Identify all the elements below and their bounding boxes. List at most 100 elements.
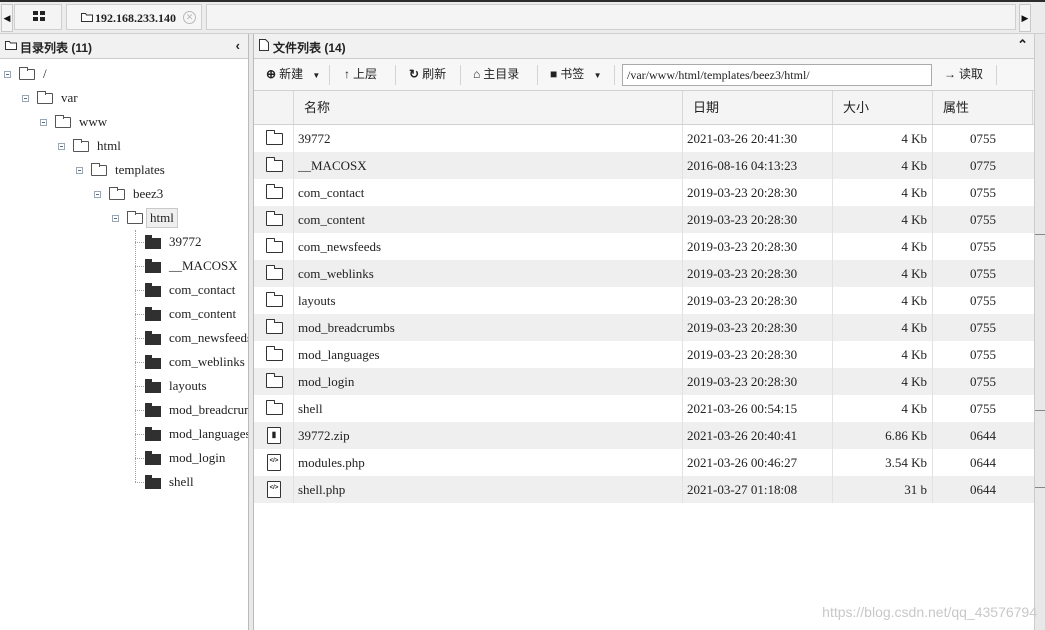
- home-dir-button[interactable]: ⌂ 主目录: [473, 65, 519, 85]
- file-row[interactable]: __MACOSX 2016-08-16 04:13:23 4 Kb 0775: [254, 152, 1034, 179]
- folder-icon: [265, 319, 283, 334]
- file-list-header: 文件列表 (14) ⌃: [254, 34, 1034, 59]
- folder-icon: [265, 130, 283, 145]
- file-row-icon-cell: [254, 314, 294, 341]
- column-header-size[interactable]: 大小: [833, 91, 933, 124]
- refresh-button[interactable]: ↻ 刷新: [409, 65, 446, 85]
- file-name-cell: layouts: [294, 287, 683, 314]
- tree-node-label: __MACOSX: [169, 258, 238, 273]
- file-permissions-cell: 0644: [970, 455, 996, 470]
- file-size-cell: 4 Kb: [833, 395, 933, 422]
- file-row[interactable]: com_content 2019-03-23 20:28:30 4 Kb 0755: [254, 206, 1034, 233]
- file-row[interactable]: 39772 2021-03-26 20:41:30 4 Kb 0755: [254, 125, 1034, 152]
- tab-close-icon[interactable]: ✕: [183, 11, 196, 24]
- plus-circle-icon: ⊕: [266, 67, 277, 81]
- file-size-cell: 4 Kb: [833, 368, 933, 395]
- file-row[interactable]: ▮ 39772.zip 2021-03-26 20:40:41 6.86 Kb 0644: [254, 422, 1034, 449]
- toolbar-separator: [537, 65, 538, 85]
- file-row[interactable]: </> modules.php 2021-03-26 00:46:27 3.54 Kb…: [254, 449, 1034, 476]
- folder-open-icon: [55, 115, 71, 128]
- file-name-cell: modules.php: [294, 449, 683, 476]
- file-row[interactable]: layouts 2019-03-23 20:28:30 4 Kb 0755: [254, 287, 1034, 314]
- collapse-toggle-icon[interactable]: [112, 215, 119, 222]
- tree-child-node[interactable]: com_content: [135, 304, 248, 324]
- file-size-cell: 4 Kb: [833, 341, 933, 368]
- collapse-toggle-icon[interactable]: [22, 95, 29, 102]
- tree-node-label: com_content: [169, 306, 237, 321]
- tree-child-node[interactable]: com_weblinks: [135, 352, 248, 372]
- collapse-toggle-icon[interactable]: [40, 119, 47, 126]
- tree-child-node[interactable]: mod_login: [135, 448, 248, 468]
- tree-child-node[interactable]: layouts: [135, 376, 248, 396]
- path-input[interactable]: [622, 64, 932, 86]
- folder-closed-icon: [145, 307, 161, 321]
- tree-node-label: mod_languages: [169, 426, 248, 441]
- tab-home-grid[interactable]: [14, 4, 62, 30]
- tab-host[interactable]: 192.168.233.140 ✕: [66, 4, 202, 30]
- file-row-icon-cell: [254, 233, 294, 260]
- file-name-cell: mod_login: [294, 368, 683, 395]
- tree-connector: [135, 434, 144, 435]
- tree-child-node[interactable]: 39772: [135, 232, 248, 252]
- tree-child-node[interactable]: com_newsfeeds: [135, 328, 248, 348]
- column-header-date[interactable]: 日期: [683, 91, 833, 124]
- file-row[interactable]: com_newsfeeds 2019-03-23 20:28:30 4 Kb 0755: [254, 233, 1034, 260]
- file-name-cell: 39772: [294, 125, 683, 152]
- file-permissions-cell: 0755: [970, 266, 996, 281]
- file-permissions-cell: 0755: [970, 320, 996, 335]
- collapse-toggle-icon[interactable]: [94, 191, 101, 198]
- file-date-cell: 2019-03-23 20:28:30: [683, 341, 833, 368]
- file-row[interactable]: mod_login 2019-03-23 20:28:30 4 Kb 0755: [254, 368, 1034, 395]
- collapse-up-icon[interactable]: ⌃: [1017, 37, 1028, 53]
- tree-node-label: html: [97, 138, 121, 153]
- tab-scroll-right-button[interactable]: ▶: [1019, 4, 1031, 32]
- collapse-toggle-icon[interactable]: [4, 71, 11, 78]
- folder-closed-icon: [145, 259, 161, 273]
- file-row[interactable]: shell 2021-03-26 00:54:15 4 Kb 0755: [254, 395, 1034, 422]
- tab-scroll-left-button[interactable]: ◀: [1, 4, 13, 32]
- file-row[interactable]: mod_breadcrumbs 2019-03-23 20:28:30 4 Kb 07…: [254, 314, 1034, 341]
- file-row[interactable]: com_weblinks 2019-03-23 20:28:30 4 Kb 0755: [254, 260, 1034, 287]
- up-level-button[interactable]: ↑ 上层: [344, 65, 377, 85]
- tree-child-node[interactable]: com_contact: [135, 280, 248, 300]
- file-permissions-cell: 0644: [970, 482, 996, 497]
- folder-icon: [265, 238, 283, 253]
- folder-closed-icon: [145, 451, 161, 465]
- file-permissions-cell: 0644: [970, 428, 996, 443]
- tree-child-node[interactable]: mod_breadcrumbs: [135, 400, 248, 420]
- collapse-left-panel-icon[interactable]: ‹: [236, 38, 240, 53]
- file-name-cell: com_content: [294, 206, 683, 233]
- file-row-icon-cell: </>: [254, 449, 294, 476]
- code-file-icon: </>: [267, 454, 281, 471]
- collapse-toggle-icon[interactable]: [58, 143, 65, 150]
- bookmark-button[interactable]: ■ 书签 ▼: [550, 65, 602, 85]
- file-date-cell: 2021-03-26 20:41:30: [683, 125, 833, 152]
- new-button[interactable]: ⊕ 新建 ▼: [266, 65, 320, 85]
- file-date-cell: 2019-03-23 20:28:30: [683, 179, 833, 206]
- folder-closed-icon: [145, 331, 161, 345]
- up-level-label: 上层: [353, 67, 378, 81]
- caret-down-icon: ▼: [593, 71, 602, 80]
- file-row[interactable]: com_contact 2019-03-23 20:28:30 4 Kb 0755: [254, 179, 1034, 206]
- file-size-cell: 6.86 Kb: [833, 422, 933, 449]
- column-header-permissions[interactable]: 属性: [933, 91, 1033, 124]
- folder-open-icon: [73, 139, 89, 152]
- file-row[interactable]: </> shell.php 2021-03-27 01:18:08 31 b 0644: [254, 476, 1034, 503]
- folder-open-icon: [37, 91, 53, 104]
- tree-node-label: mod_breadcrumbs: [169, 402, 248, 417]
- file-row-icon-cell: [254, 152, 294, 179]
- tree-connector: [135, 458, 144, 459]
- file-name-cell: shell: [294, 395, 683, 422]
- file-size-cell: 31 b: [833, 476, 933, 503]
- file-row-icon-cell: [254, 125, 294, 152]
- collapse-toggle-icon[interactable]: [76, 167, 83, 174]
- file-row-icon-cell: ▮: [254, 422, 294, 449]
- file-date-cell: 2019-03-23 20:28:30: [683, 233, 833, 260]
- tree-child-node[interactable]: shell: [135, 472, 248, 492]
- column-header-name[interactable]: 名称: [294, 91, 683, 124]
- tree-child-node[interactable]: mod_languages: [135, 424, 248, 444]
- zip-file-icon: ▮: [267, 427, 281, 444]
- read-button[interactable]: → 读取: [944, 65, 983, 85]
- file-row[interactable]: mod_languages 2019-03-23 20:28:30 4 Kb 0755: [254, 341, 1034, 368]
- tree-child-node[interactable]: __MACOSX: [135, 256, 248, 276]
